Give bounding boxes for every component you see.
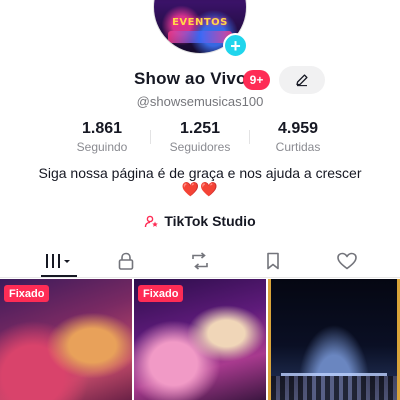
stat-following[interactable]: 1.861 Seguindo <box>52 120 152 154</box>
username: @showsemusicas100 <box>136 94 264 109</box>
crowd-silhouette <box>271 376 397 400</box>
bio-emoji: ❤️❤️ <box>181 181 219 197</box>
profile-tabs <box>0 244 400 278</box>
stat-likes-label: Curtidas <box>275 140 321 154</box>
heart-icon <box>337 252 357 270</box>
tab-private[interactable] <box>106 244 146 278</box>
stat-followers-label: Seguidores <box>169 140 231 154</box>
edit-profile-button[interactable] <box>279 66 325 94</box>
video-thumbnail[interactable]: Fixado <box>0 279 132 400</box>
tab-saved[interactable] <box>253 244 293 278</box>
stat-followers-value: 1.251 <box>179 120 221 137</box>
stat-followers[interactable]: 1.251 Seguidores <box>150 120 250 154</box>
pinned-badge: Fixado <box>138 285 184 302</box>
avatar-logo-text: EVENTOS <box>172 17 228 28</box>
tab-reposts[interactable] <box>180 244 220 278</box>
bio-text: Siga nossa página é de graça e nos ajuda… <box>38 165 362 181</box>
tiktok-studio-label: TikTok Studio <box>164 213 256 229</box>
add-avatar-button[interactable]: + <box>223 33 248 58</box>
profile-stats: 1.861 Seguindo 1.251 Seguidores 4.959 Cu… <box>0 120 400 160</box>
video-thumbnail[interactable]: Fixado <box>134 279 266 400</box>
video-grid: Fixado Fixado <box>0 279 400 400</box>
plus-icon: + <box>230 35 241 56</box>
tab-liked[interactable] <box>327 244 367 278</box>
avatar-stage-lights <box>168 31 232 43</box>
grid-icon <box>46 254 70 268</box>
active-tab-indicator <box>41 275 77 277</box>
video-thumbnail[interactable] <box>268 279 400 400</box>
bookmark-icon <box>267 252 279 270</box>
stat-likes[interactable]: 4.959 Curtidas <box>248 120 348 154</box>
avatar-container[interactable]: EVENTOS + <box>153 0 248 58</box>
stat-following-label: Seguindo <box>76 140 128 154</box>
repost-icon <box>192 252 208 270</box>
studio-icon <box>145 215 159 227</box>
lock-icon <box>118 252 134 270</box>
display-name: Show ao Vivo <box>134 69 247 88</box>
pinned-badge: Fixado <box>4 285 50 302</box>
tab-videos[interactable] <box>38 244 78 278</box>
stat-likes-value: 4.959 <box>277 120 319 137</box>
notification-badge[interactable]: 9+ <box>243 70 270 90</box>
profile-name-row: Show ao Vivo 9+ <box>0 66 400 94</box>
tiktok-studio-link[interactable]: TikTok Studio <box>0 210 400 232</box>
pencil-icon <box>296 74 308 87</box>
stat-following-value: 1.861 <box>81 120 123 137</box>
